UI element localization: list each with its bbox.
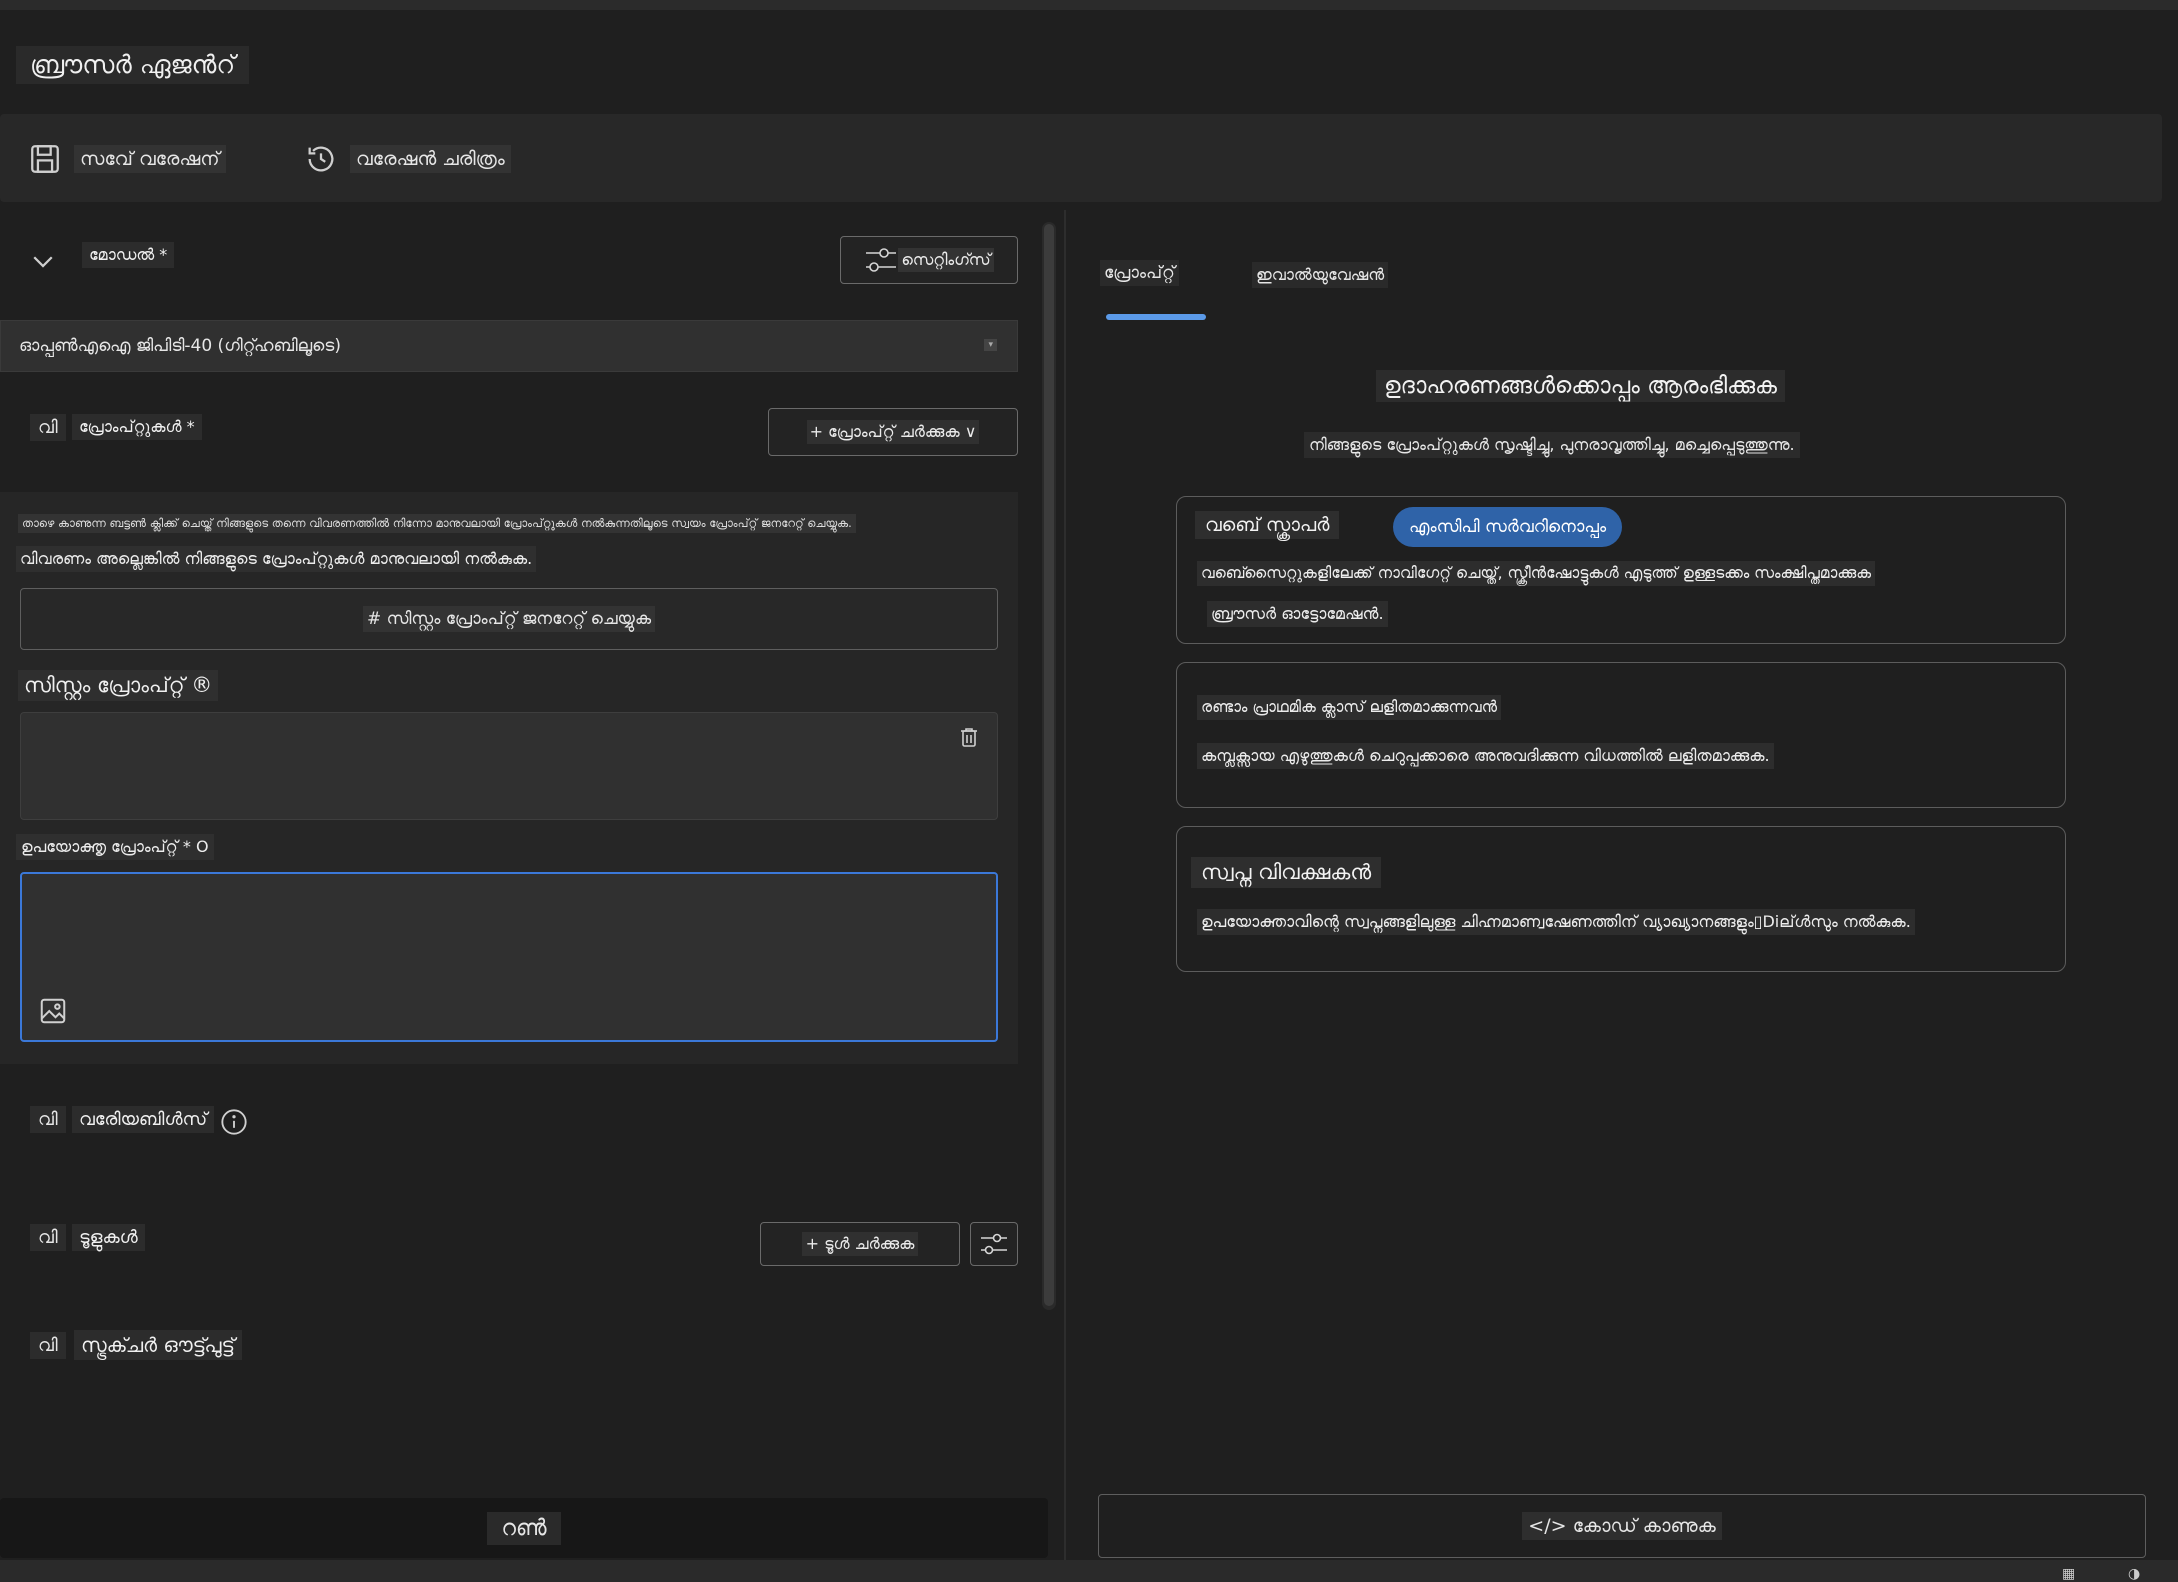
- add-prompt-button[interactable]: + പ്രോംപ്റ്റ് ചര്‍ക്കുക ∨: [768, 408, 1018, 456]
- active-tab-indicator: [1106, 314, 1206, 320]
- example-card-dream-interpreter[interactable]: സ്വപ്ന വിവക്ഷകന്‍ ഉപയോക്താവിന്റെ സ്വപ്നങ…: [1176, 826, 2066, 972]
- tools-toggle[interactable]: വി: [30, 1224, 66, 1251]
- variables-toggle[interactable]: വി: [30, 1106, 66, 1133]
- dropdown-caret-icon: ▾: [984, 339, 997, 351]
- status-bar: [0, 1560, 2178, 1582]
- prompt-hint: താഴെ കാണുന്ന ബട്ടൺ ക്ലിക്ക് ചെയ്ത് നിങ്ങ…: [18, 514, 856, 533]
- settings-label: സെറ്റിംഗ്സ്: [898, 248, 994, 272]
- mcp-badge: എംസിപി സര്‍വറിനൊപ്പം: [1393, 507, 1623, 547]
- toolbar: സവേ് വരേഷന് വരേഷന്‍ ചരിത്രം: [0, 114, 2162, 202]
- settings-button[interactable]: സെറ്റിംഗ്സ്: [840, 236, 1018, 284]
- prompt-hint-manual: വിവരണം അല്ലെങ്കിൽ നിങ്ങളുടെ പ്രോംപ്റ്റുക…: [16, 546, 537, 572]
- run-button[interactable]: റണ്‍: [0, 1498, 1048, 1558]
- trash-icon[interactable]: [957, 725, 981, 749]
- structured-output-toggle[interactable]: വി: [30, 1332, 66, 1359]
- save-version-button[interactable]: സവേ് വരേഷന്: [28, 142, 226, 176]
- save-version-label: സവേ് വരേഷന്: [74, 145, 226, 173]
- scrollbar-thumb[interactable]: [1044, 224, 1054, 1306]
- app-title: ബ്രൗസർ ഏജൻറ്: [16, 46, 250, 84]
- structured-output-label: സ്ട്രക്ചര്‍ ഔട്ട്പുട്ട്: [74, 1330, 242, 1360]
- grid-icon[interactable]: ▦: [2062, 1566, 2075, 1582]
- prompt-panel: താഴെ കാണുന്ന ബട്ടൺ ക്ലിക്ക് ചെയ്ത് നിങ്ങ…: [0, 492, 1018, 1064]
- tool-settings-button[interactable]: [970, 1222, 1018, 1266]
- add-tool-button[interactable]: + ടൂള്‍ ചര്‍ക്കുക: [760, 1222, 960, 1266]
- card-title: വബെ് സ്ക്രാപര്‍: [1195, 511, 1340, 539]
- theme-icon[interactable]: ◑: [2128, 1566, 2140, 1582]
- view-code-label: </> കോഡ് കാണുക: [1522, 1512, 1722, 1540]
- card-description-line2: ബ്രൗസര്‍ ഓട്ടോമേഷന്‍.: [1207, 601, 1388, 627]
- generate-system-prompt-label: # സിസ്റ്റം പ്രോംപ്റ്റ് ജനറേറ്റ് ചെയ്യുക: [362, 606, 656, 632]
- tab-prompt[interactable]: പ്രോംപ്റ്റ്: [1100, 260, 1179, 286]
- user-prompt-label: ഉപയോക്തൃ പ്രോംപ്റ്റ് * O: [16, 834, 214, 860]
- run-label: റണ്‍: [487, 1511, 561, 1545]
- variables-label: വരേിയബിള്‍സ്: [72, 1106, 215, 1133]
- add-prompt-label: + പ്രോംപ്റ്റ് ചര്‍ക്കുക ∨: [806, 420, 980, 444]
- image-icon[interactable]: [38, 996, 68, 1026]
- save-icon: [31, 145, 59, 173]
- prompts-label: പ്രോംപ്റ്റുകള്‍ *: [72, 414, 202, 440]
- system-prompt-input[interactable]: [20, 712, 998, 820]
- sliders-icon: [981, 1233, 1007, 1255]
- example-card-simplifier[interactable]: രണ്ടാം പ്രാഥമിക ക്ലാസ് ലളിതമാക്കുന്നവന്‍…: [1176, 662, 2066, 808]
- tools-label: ടൂളുകള്‍: [72, 1224, 145, 1251]
- card-description: വബെ്സൈറ്റുകളിലേക്ക് നാവിഗേറ്റ് ചെയ്ത്, സ…: [1197, 561, 1876, 586]
- card-title: രണ്ടാം പ്രാഥമിക ക്ലാസ് ലളിതമാക്കുന്നവന്‍: [1197, 695, 1502, 720]
- model-select[interactable]: ഓപ്പൺഎഐ ജിപിടി-40 (ഗിറ്റ്ഹബിലൂടെ) ▾: [0, 320, 1018, 372]
- prompts-toggle[interactable]: വി: [30, 414, 66, 441]
- examples-title: ഉദാഹരണങ്ങള്‍ക്കൊപ്പം ആരംഭിക്കുക: [1376, 370, 1785, 402]
- history-icon: [308, 146, 334, 172]
- version-history-label: വരേഷന്‍ ചരിത്രം: [350, 145, 511, 173]
- add-tool-label: + ടൂള്‍ ചര്‍ക്കുക: [801, 1232, 919, 1256]
- system-prompt-label: സിസ്റ്റം പ്രോംപ്റ്റ് ®: [18, 670, 219, 701]
- top-strip: [0, 0, 2178, 10]
- chevron-down-icon[interactable]: [28, 246, 58, 276]
- model-label: മോഡല്‍ *: [82, 242, 175, 268]
- version-history-button[interactable]: വരേഷന്‍ ചരിത്രം: [304, 142, 511, 176]
- card-description: ഉപയോക്താവിന്റെ സ്വപ്നങ്ങളിലുള്ള ചിഹ്നമാണ…: [1197, 909, 1915, 935]
- card-description: കമ്പ്ലക്സായ എഴുത്തുകള്‍ ചെറുപ്പക്കാരെ അന…: [1197, 743, 1774, 769]
- generate-system-prompt-button[interactable]: # സിസ്റ്റം പ്രോംപ്റ്റ് ജനറേറ്റ് ചെയ്യുക: [20, 588, 998, 650]
- view-code-button[interactable]: </> കോഡ് കാണുക: [1098, 1494, 2146, 1558]
- pane-divider[interactable]: [1064, 210, 1066, 1560]
- tab-evaluation[interactable]: ഇവാല്‍യുവേഷന്‍: [1252, 262, 1389, 288]
- sliders-icon: [866, 248, 897, 272]
- examples-subtitle: നിങ്ങളുടെ പ്രോംപ്റ്റുകള്‍ സൃഷ്ടിച്ചു, പു…: [1304, 432, 1800, 458]
- card-title: സ്വപ്ന വിവക്ഷകന്‍: [1191, 857, 1382, 888]
- selected-model: ഓപ്പൺഎഐ ജിപിടി-40 (ഗിറ്റ്ഹബിലൂടെ): [19, 336, 341, 356]
- info-icon[interactable]: [220, 1108, 248, 1136]
- user-prompt-input[interactable]: [20, 872, 998, 1042]
- example-card-web-scraper[interactable]: വബെ് സ്ക്രാപര്‍ എംസിപി സര്‍വറിനൊപ്പം വബെ…: [1176, 496, 2066, 644]
